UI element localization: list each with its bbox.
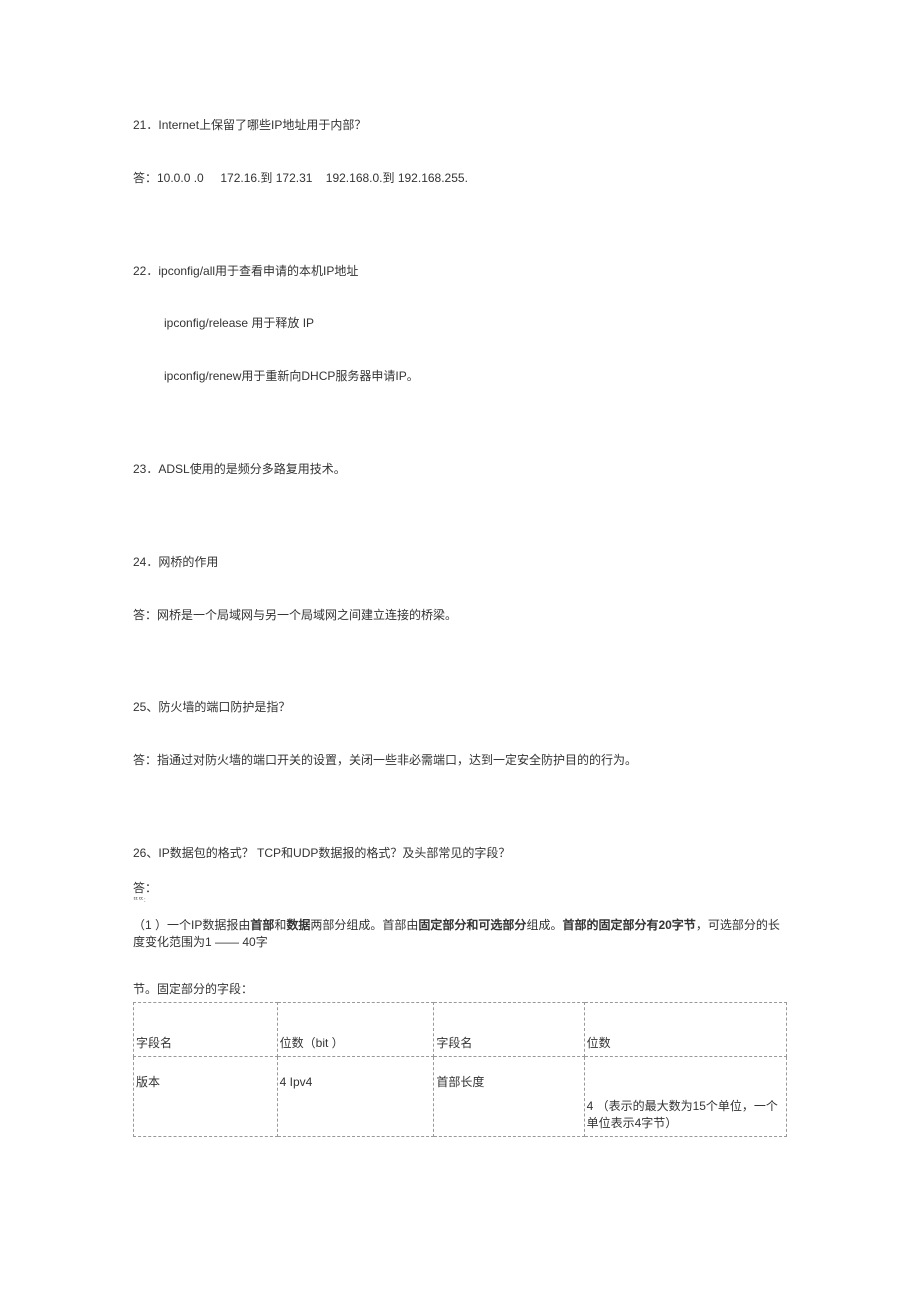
question-24: 24． 网桥的作用 答：网桥是一个局域网与另一个局域网之间建立连接的桥梁。 (133, 554, 787, 624)
q23-number: 23． (133, 461, 158, 478)
q26-answer-prefix2: ᄄᄄ: (133, 897, 787, 905)
table-cell: 4 Ipv4 (277, 1056, 434, 1136)
q22-line2: ipconfig/release 用于释放 IP (133, 315, 787, 332)
q24-answer: 答：网桥是一个局域网与另一个局域网之间建立连接的桥梁。 (133, 607, 787, 624)
q21-answer: 答：10.0.0 .0 172.16.到 172.31 192.168.0.到 … (133, 170, 787, 187)
table-row: 版本 4 Ipv4 首部长度 4 （表示的最大数为15个单位，一个单位表示4字节… (134, 1056, 787, 1136)
q26-paragraph-1: （1 ）一个IP数据报由首部和数据两部分组成。首部由固定部分和可选部分组成。首部… (133, 917, 787, 951)
cell-text: 版本 (134, 1074, 277, 1119)
cell-text: 4 Ipv4 (278, 1074, 434, 1119)
q23-line: 23． ADSL使用的是频分多路复用技术。 (133, 461, 787, 478)
question-21: 21． Internet上保留了哪些IP地址用于内部？ 答：10.0.0 .0 … (133, 117, 787, 187)
table-cell: 字段名 (434, 1002, 584, 1056)
table-cell: 版本 (134, 1056, 278, 1136)
q24-number: 24． (133, 554, 158, 571)
table-cell: 4 （表示的最大数为15个单位，一个单位表示4字节） (584, 1056, 786, 1136)
q25-answer: 答：指通过对防火墙的端口开关的设置，关闭一些非必需端口，达到一定安全防护目的的行… (133, 752, 787, 769)
q24-line: 24． 网桥的作用 (133, 554, 787, 571)
q25-text: 防火墙的端口防护是指？ (158, 699, 290, 716)
cell-text: 4 （表示的最大数为15个单位，一个单位表示4字节） (585, 1098, 786, 1136)
q22-number: 22． (133, 263, 158, 280)
p1b: 首部 (250, 918, 274, 932)
q22-line3: ipconfig/renew用于重新向DHCP服务器申请IP。 (133, 368, 787, 385)
q26-text: IP数据包的格式？ TCP和UDP数据报的格式？及头部常见的字段？ (158, 845, 510, 862)
cell-text: 字段名 (434, 1035, 583, 1056)
q21-text: Internet上保留了哪些IP地址用于内部？ (158, 117, 366, 134)
table-cell: 位数（bit ） (277, 1002, 434, 1056)
question-23: 23． ADSL使用的是频分多路复用技术。 (133, 461, 787, 478)
p1e: 两部分组成。首部由 (310, 918, 418, 932)
p1d: 数据 (286, 918, 310, 932)
table-cell: 位数 (584, 1002, 786, 1056)
q22-line1-row: 22． ipconfig/all用于查看申请的本机IP地址 (133, 263, 787, 280)
table-cell: 首部长度 (434, 1056, 584, 1136)
q26-number: 26、 (133, 845, 158, 862)
table-row: 字段名 位数（bit ） 字段名 位数 (134, 1002, 787, 1056)
q21-number: 21． (133, 117, 158, 134)
p1c: 和 (274, 918, 286, 932)
table-cell: 字段名 (134, 1002, 278, 1056)
cell-text: 字段名 (134, 1035, 277, 1056)
q23-text: ADSL使用的是频分多路复用技术。 (158, 461, 345, 478)
cell-text: 位数（bit ） (278, 1035, 434, 1056)
p1a: （1 ）一个IP数据报由 (133, 918, 250, 932)
question-22: 22． ipconfig/all用于查看申请的本机IP地址 ipconfig/r… (133, 263, 787, 385)
ip-header-table: 字段名 位数（bit ） 字段名 位数 版本 4 Ipv4 首部长度 4 （表示… (133, 1002, 787, 1137)
q22-line1: ipconfig/all用于查看申请的本机IP地址 (158, 263, 358, 280)
question-21-line: 21． Internet上保留了哪些IP地址用于内部？ (133, 117, 787, 134)
q26-line: 26、 IP数据包的格式？ TCP和UDP数据报的格式？及头部常见的字段？ (133, 845, 787, 862)
p1f: 固定部分和可选部分 (418, 918, 526, 932)
q25-line: 25、 防火墙的端口防护是指？ (133, 699, 787, 716)
cell-text: 位数 (585, 1035, 786, 1056)
question-25: 25、 防火墙的端口防护是指？ 答：指通过对防火墙的端口开关的设置，关闭一些非必… (133, 699, 787, 769)
q26-answer-prefix: 答： (133, 882, 787, 895)
p1g: 组成。 (526, 918, 562, 932)
question-26: 26、 IP数据包的格式？ TCP和UDP数据报的格式？及头部常见的字段？ 答：… (133, 845, 787, 1137)
cell-text: 首部长度 (434, 1074, 583, 1119)
q24-text: 网桥的作用 (158, 554, 218, 571)
p1h: 首部的固定部分有20字节 (562, 918, 695, 932)
q25-number: 25、 (133, 699, 158, 716)
q26-table-intro: 节。固定部分的字段： (133, 981, 787, 998)
